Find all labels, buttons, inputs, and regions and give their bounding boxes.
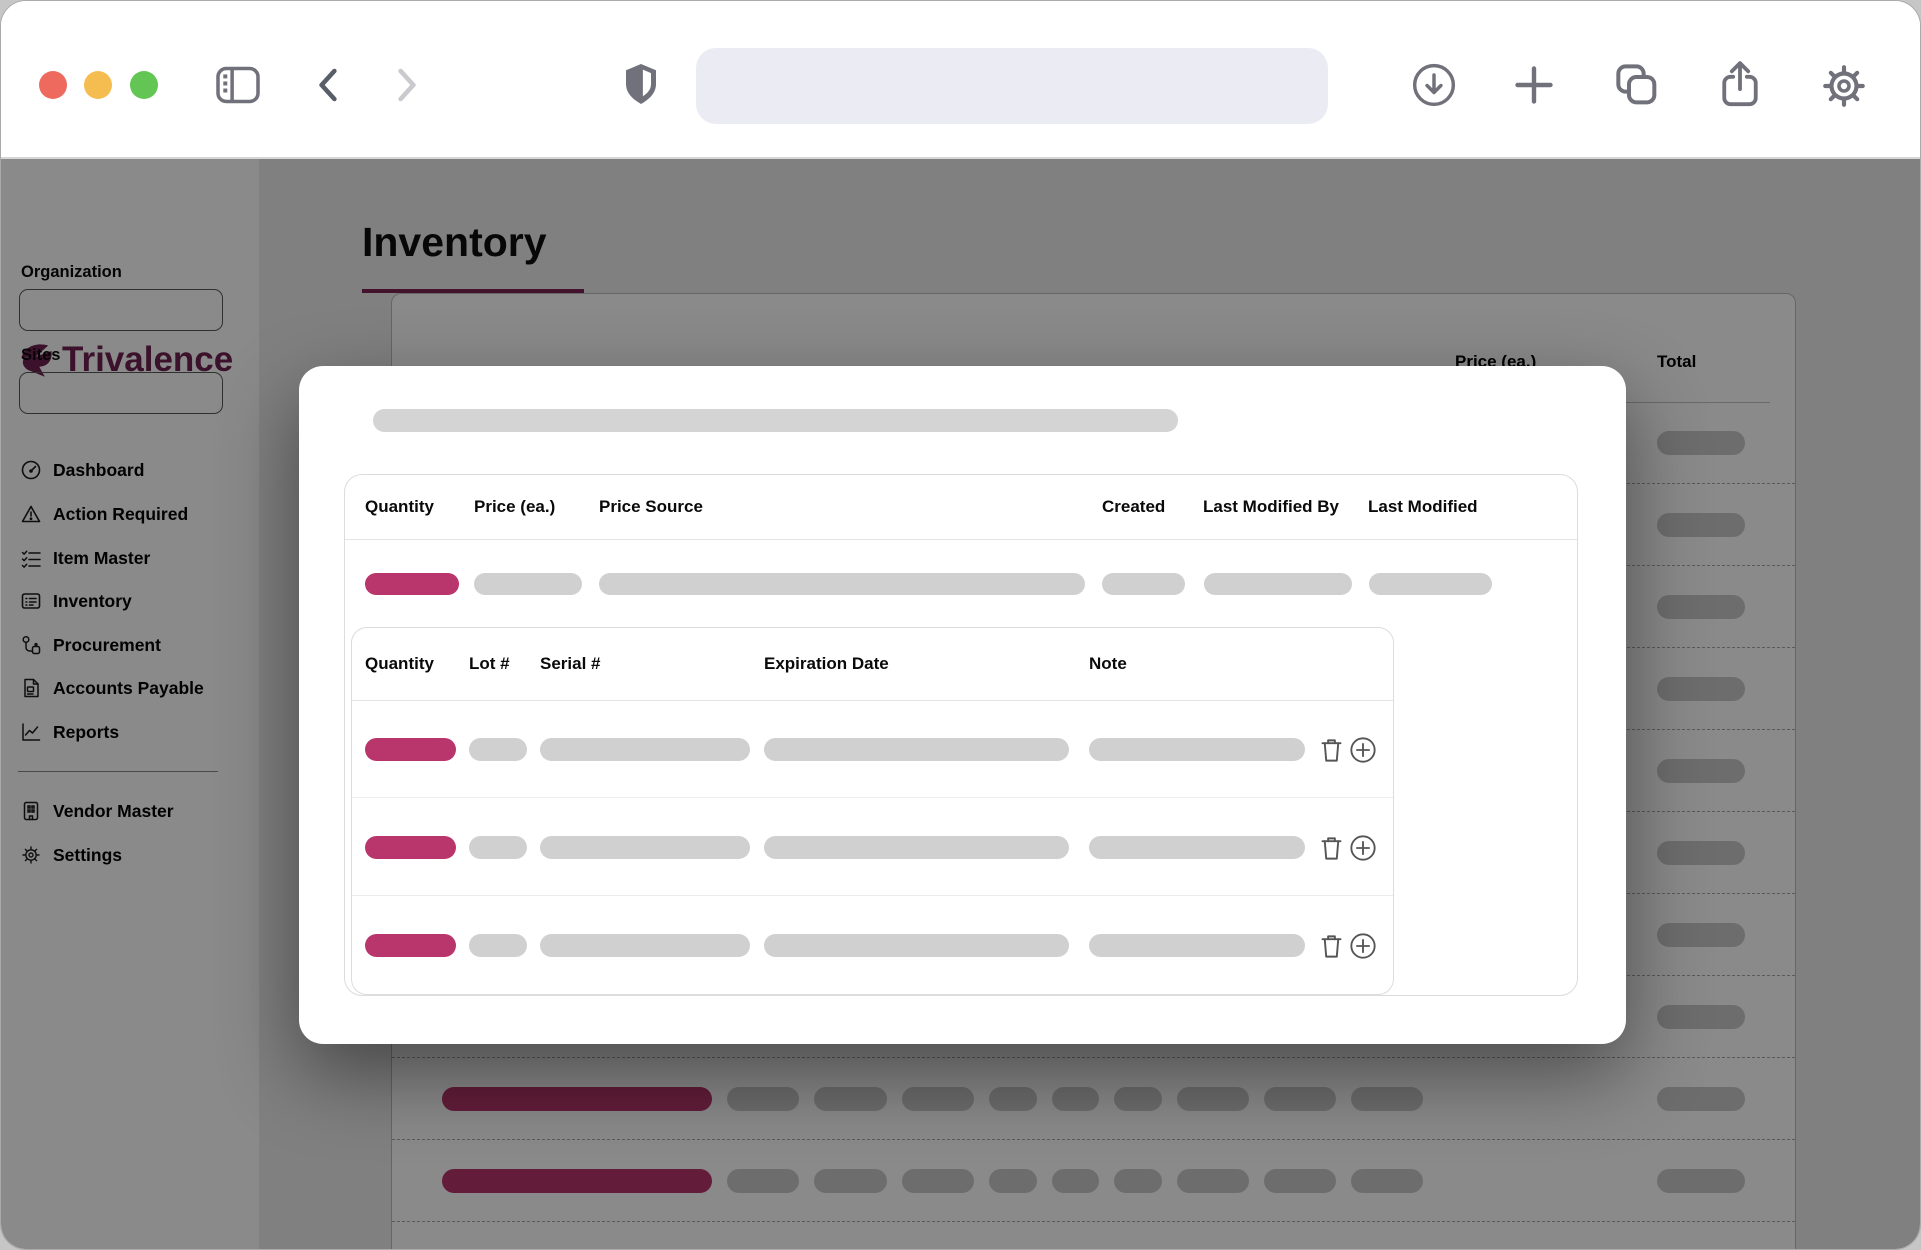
column-header-note: Note [1089, 654, 1127, 674]
price-skeleton [474, 573, 582, 595]
tab-overview-button[interactable] [1613, 61, 1661, 109]
quantity-skeleton [365, 573, 459, 595]
lot-row[interactable] [352, 896, 1393, 994]
note-skeleton [1089, 934, 1305, 957]
forward-button[interactable] [393, 67, 421, 103]
expiration-date-skeleton [764, 836, 1069, 859]
column-header-last-modified: Last Modified [1368, 497, 1478, 517]
back-chevron-icon [314, 67, 342, 103]
lot-number-skeleton [469, 836, 527, 859]
column-header-quantity: Quantity [365, 497, 434, 517]
sidebar-toggle-button[interactable] [214, 65, 262, 105]
lot-number-skeleton [469, 934, 527, 957]
expiration-date-skeleton [764, 738, 1069, 761]
copy-tabs-icon [1613, 61, 1661, 109]
delete-lot-button[interactable] [1317, 736, 1345, 764]
lot-table: Quantity Lot # Serial # Expiration Date … [351, 627, 1394, 995]
column-header-serial-number: Serial # [540, 654, 601, 674]
lot-number-skeleton [469, 738, 527, 761]
browser-window: Trivalence Organization Sites Dashboard … [0, 0, 1921, 1250]
serial-number-skeleton [540, 836, 750, 859]
serial-number-skeleton [540, 934, 750, 957]
last-modified-by-skeleton [1204, 573, 1352, 595]
downloads-button[interactable] [1410, 61, 1458, 109]
plus-circle-icon [1349, 736, 1377, 764]
price-source-skeleton [599, 573, 1085, 595]
settings-menu-button[interactable] [1819, 61, 1869, 111]
column-header-last-modified-by: Last Modified By [1203, 497, 1339, 517]
plus-circle-icon [1349, 834, 1377, 862]
back-button[interactable] [314, 67, 342, 103]
inventory-item-modal: Quantity Price (ea.) Price Source Create… [299, 366, 1626, 1044]
column-header-expiration-date: Expiration Date [764, 654, 889, 674]
delete-lot-button[interactable] [1317, 932, 1345, 960]
created-skeleton [1102, 573, 1185, 595]
trash-icon [1319, 933, 1344, 960]
sidebar-toggle-icon [214, 65, 262, 105]
column-header-lot-number: Lot # [469, 654, 510, 674]
lot-table-header: Quantity Lot # Serial # Expiration Date … [352, 628, 1393, 701]
privacy-shield-icon[interactable] [621, 60, 661, 108]
price-history-table-header: Quantity Price (ea.) Price Source Create… [345, 475, 1577, 540]
lot-row[interactable] [352, 798, 1393, 896]
lot-quantity-skeleton [365, 738, 456, 761]
delete-lot-button[interactable] [1317, 834, 1345, 862]
column-header-created: Created [1102, 497, 1165, 517]
new-tab-button[interactable] [1512, 63, 1556, 107]
download-icon [1410, 61, 1458, 109]
add-lot-button[interactable] [1349, 736, 1377, 764]
forward-chevron-icon [393, 67, 421, 103]
plus-circle-icon [1349, 932, 1377, 960]
column-header-lot-quantity: Quantity [365, 654, 434, 674]
add-lot-button[interactable] [1349, 932, 1377, 960]
column-header-price: Price (ea.) [474, 497, 555, 517]
trash-icon [1319, 835, 1344, 862]
share-icon [1716, 59, 1764, 111]
lot-row[interactable] [352, 700, 1393, 798]
modal-title-skeleton [373, 409, 1178, 432]
gear-icon [1819, 61, 1869, 111]
browser-toolbar [1, 1, 1920, 159]
trash-icon [1319, 737, 1344, 764]
column-header-price-source: Price Source [599, 497, 703, 517]
price-history-table: Quantity Price (ea.) Price Source Create… [344, 474, 1578, 996]
note-skeleton [1089, 836, 1305, 859]
screen: Trivalence Organization Sites Dashboard … [0, 0, 1921, 1250]
price-history-row[interactable] [345, 539, 1577, 627]
address-bar-input[interactable] [696, 48, 1328, 124]
lot-quantity-skeleton [365, 836, 456, 859]
note-skeleton [1089, 738, 1305, 761]
zoom-window-button[interactable] [130, 71, 158, 99]
serial-number-skeleton [540, 738, 750, 761]
last-modified-skeleton [1369, 573, 1492, 595]
close-window-button[interactable] [39, 71, 67, 99]
minimize-window-button[interactable] [84, 71, 112, 99]
plus-icon [1512, 63, 1556, 107]
expiration-date-skeleton [764, 934, 1069, 957]
lot-quantity-skeleton [365, 934, 456, 957]
add-lot-button[interactable] [1349, 834, 1377, 862]
share-button[interactable] [1716, 59, 1764, 111]
